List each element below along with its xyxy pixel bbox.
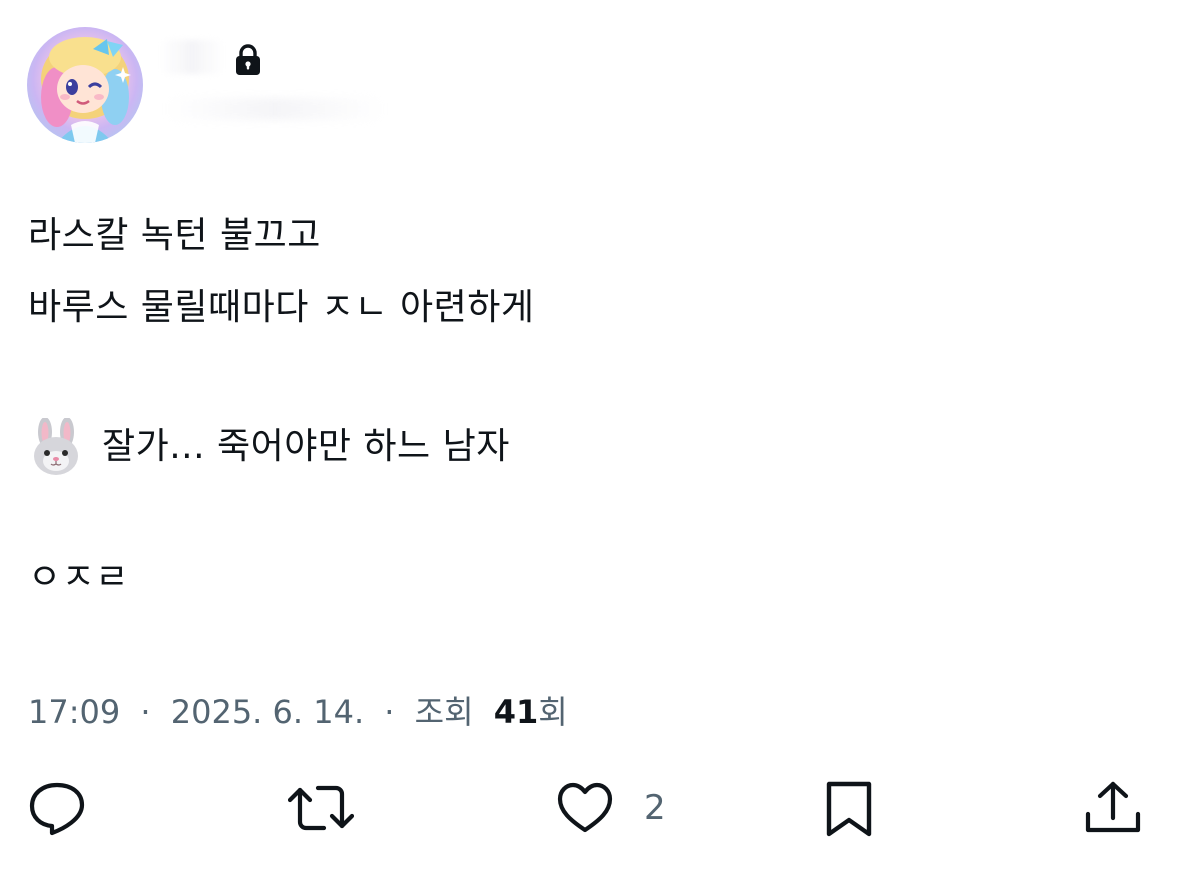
tweet-text-line-1: 라스칼 녹턴 불끄고 <box>28 215 321 256</box>
display-name[interactable] <box>160 40 224 74</box>
views-label: 조회 <box>414 693 474 731</box>
heart-icon <box>557 782 613 833</box>
tweet-text-line-3: 잘가... 죽어야만 하느 남자 <box>102 426 510 467</box>
user-handle[interactable] <box>165 98 385 120</box>
tweet-text-line-2: 바루스 물릴때마다 ㅈㄴ 아련하게 <box>28 287 535 328</box>
tweet-date[interactable]: 2025. 6. 14. <box>171 693 364 731</box>
avatar[interactable] <box>27 27 143 143</box>
views-suffix: 회 <box>538 693 568 731</box>
tweet-time[interactable]: 17:09 <box>28 693 120 731</box>
like-count: 2 <box>644 788 666 828</box>
lock-icon <box>233 43 263 77</box>
reply-button[interactable] <box>28 780 86 836</box>
tweet-detail: 라스칼 녹턴 불끄고 바루스 물릴때마다 ㅈㄴ 아련하게 잘가... 죽어야만 … <box>0 0 1178 873</box>
bookmark-button[interactable] <box>824 780 874 838</box>
bookmark-icon <box>826 781 872 837</box>
meta-separator: · <box>384 693 395 731</box>
retweet-button[interactable] <box>288 780 354 836</box>
meta-separator: · <box>140 693 151 731</box>
tweet-text-line-3-row: 잘가... 죽어야만 하느 남자 <box>30 418 510 476</box>
reply-icon <box>29 782 85 836</box>
avatar-image <box>41 37 131 143</box>
views-count[interactable]: 41 <box>494 693 539 731</box>
tweet-meta: 17:09 · 2025. 6. 14. · 조회 41회 <box>28 690 568 734</box>
rabbit-face-icon <box>34 418 78 475</box>
like-button[interactable]: 2 <box>556 780 666 836</box>
tweet-text-line-4: ㅇㅈㄹ <box>28 557 129 598</box>
share-button[interactable] <box>1084 780 1142 836</box>
retweet-icon <box>288 785 354 831</box>
share-icon <box>1085 781 1141 833</box>
